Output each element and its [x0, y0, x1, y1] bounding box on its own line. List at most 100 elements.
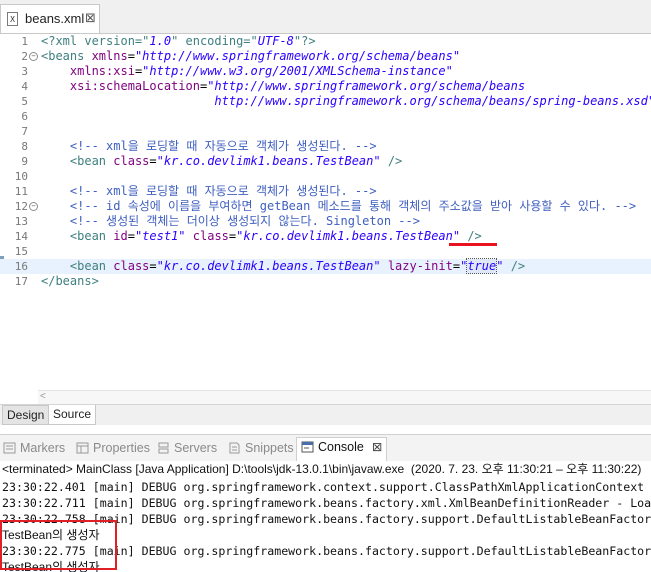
code-token: UTF-8 — [257, 34, 294, 48]
code-line[interactable]: 9 <bean class="kr.co.devlimk1.beans.Test… — [0, 154, 651, 169]
editor-tab-beans-xml[interactable]: X beans.xml ⊠ — [0, 4, 100, 33]
close-icon[interactable]: ⊠ — [85, 10, 96, 26]
markers-icon — [3, 442, 16, 454]
tab-console[interactable]: Console ⊠ — [296, 437, 388, 462]
code-line[interactable]: 7 — [0, 124, 651, 139]
code-token: = — [127, 229, 135, 243]
close-icon[interactable]: ⊠ — [372, 440, 382, 454]
code-line[interactable]: 5 http://www.springframework.org/schema/… — [0, 94, 651, 109]
code-token: xmlns — [91, 49, 128, 63]
editor-tab-title: beans.xml — [25, 11, 85, 26]
console-line: 23:30:22.401 [main] DEBUG org.springfram… — [2, 480, 645, 494]
code-line[interactable]: 13 <!-- 생성된 객체는 더이상 생성되지 않는다. Singleton … — [0, 214, 651, 229]
code-token: true — [466, 258, 498, 274]
tab-properties[interactable]: Properties — [76, 439, 150, 459]
code-line[interactable]: 1 <?xml version="1.0" encoding="UTF-8"?> — [0, 34, 651, 49]
red-box-annotation — [0, 520, 117, 570]
code-token: "kr.co.devlimk1.beans.TestBean" — [236, 229, 461, 243]
red-underline-annotation — [449, 243, 497, 246]
line-number: 14 — [14, 230, 28, 243]
code-token: /> — [380, 154, 403, 168]
code-text: <bean class="kr.co.devlimk1.beans.TestBe… — [41, 258, 525, 274]
line-number: 8 — [21, 140, 28, 153]
code-text: <!-- xml을 로딩할 때 자동으로 객체가 생성된다. --> — [41, 184, 377, 199]
line-number: 11 — [14, 185, 28, 198]
code-token: <!-- xml을 로딩할 때 자동으로 객체가 생성된다. --> — [69, 139, 377, 153]
code-text: </beans> — [41, 274, 99, 289]
line-number: 5 — [21, 95, 28, 108]
tab-servers[interactable]: Servers — [157, 439, 217, 459]
code-token: http://www.springframework.org/schema/be… — [41, 94, 651, 108]
line-number: 6 — [21, 110, 28, 123]
code-line[interactable]: 4 xsi:schemaLocation="http://www.springf… — [0, 79, 651, 94]
code-text: xmlns:xsi="http://www.w3.org/2001/XMLSch… — [41, 64, 453, 79]
code-token: " encoding=" — [171, 34, 258, 48]
editor-tab-bar: X beans.xml ⊠ — [0, 0, 651, 34]
code-token: xmlns:xsi — [69, 64, 135, 78]
fold-toggle-icon[interactable]: − — [29, 202, 38, 211]
code-text: <!-- 생성된 객체는 더이상 생성되지 않는다. Singleton --> — [41, 214, 420, 229]
code-text: <?xml version="1.0" encoding="UTF-8"?> — [41, 34, 316, 49]
code-token: </beans> — [41, 274, 99, 288]
code-line[interactable]: 8 <!-- xml을 로딩할 때 자동으로 객체가 생성된다. --> — [0, 139, 651, 154]
fold-toggle-icon[interactable]: − — [29, 52, 38, 61]
code-token: = — [149, 259, 157, 273]
code-token: "http://www.w3.org/2001/XMLSchema-instan… — [142, 64, 453, 78]
tab-source[interactable]: Source — [48, 405, 97, 425]
line-number: 7 — [21, 125, 28, 138]
code-text: <bean id="test1" class="kr.co.devlimk1.b… — [41, 229, 482, 244]
code-text: <!-- id 속성에 이름을 부여하면 getBean 메소드를 통해 객체의… — [41, 199, 636, 214]
tab-markers[interactable]: Markers — [3, 439, 65, 459]
code-line[interactable]: 6 — [0, 109, 651, 124]
code-line[interactable]: 15 — [0, 244, 651, 259]
line-number: 4 — [21, 80, 28, 93]
code-token: <!-- xml을 로딩할 때 자동으로 객체가 생성된다. --> — [69, 184, 377, 198]
console-line: 23:30:22.711 [main] DEBUG org.springfram… — [2, 496, 651, 510]
code-token: "kr.co.devlimk1.beans.TestBean" — [156, 154, 381, 168]
code-token: 1.0 — [149, 34, 172, 48]
line-number: 2 — [21, 50, 28, 63]
code-line[interactable]: 17 </beans> — [0, 274, 651, 289]
tab-snippets-label: Snippets — [245, 441, 294, 455]
views-tab-bar: Markers Properties Servers Snippets Cons… — [0, 434, 651, 462]
tab-design[interactable]: Design — [2, 405, 50, 425]
code-token: <bean — [69, 229, 114, 243]
horizontal-scrollbar[interactable]: < — [38, 390, 651, 404]
xml-source-editor[interactable]: 1 <?xml version="1.0" encoding="UTF-8"?> 2… — [0, 34, 651, 404]
code-text: <!-- xml을 로딩할 때 자동으로 객체가 생성된다. --> — [41, 139, 377, 154]
code-line[interactable]: 2− <beans xmlns="http://www.springframewo… — [0, 49, 651, 64]
scroll-left-icon[interactable]: < — [40, 391, 46, 402]
line-number: 1 — [21, 35, 28, 48]
tab-snippets[interactable]: Snippets — [228, 439, 294, 459]
code-token: = — [149, 154, 157, 168]
code-token: id — [113, 229, 128, 243]
console-icon — [301, 441, 314, 453]
tab-properties-label: Properties — [93, 441, 150, 455]
line-number: 9 — [21, 155, 28, 168]
code-token: "?> — [293, 34, 316, 48]
code-token: <!-- id 속성에 이름을 부여하면 getBean 메소드를 통해 객체의… — [69, 199, 637, 213]
code-token: "http://www.springframework.org/schema/b… — [134, 49, 461, 63]
code-line[interactable]: 11 <!-- xml을 로딩할 때 자동으로 객체가 생성된다. --> — [0, 184, 651, 199]
code-line[interactable]: 3 xmlns:xsi="http://www.w3.org/2001/XMLS… — [0, 64, 651, 79]
code-line[interactable]: 14 <bean id="test1" class="kr.co.devlimk… — [0, 229, 651, 244]
tab-servers-label: Servers — [174, 441, 218, 455]
code-token: <beans — [41, 49, 92, 63]
code-token: lazy-init — [387, 259, 453, 273]
console-terminated-line: <terminated> MainClass [Java Application… — [2, 462, 642, 476]
code-line[interactable]: 10 — [0, 169, 651, 184]
code-line[interactable]: 12− <!-- id 속성에 이름을 부여하면 getBean 메소드를 통해… — [0, 199, 651, 214]
code-token: /> — [460, 229, 482, 243]
code-line[interactable]: 16 <bean class="kr.co.devlimk1.beans.Tes… — [0, 258, 651, 274]
servers-icon — [158, 442, 169, 454]
